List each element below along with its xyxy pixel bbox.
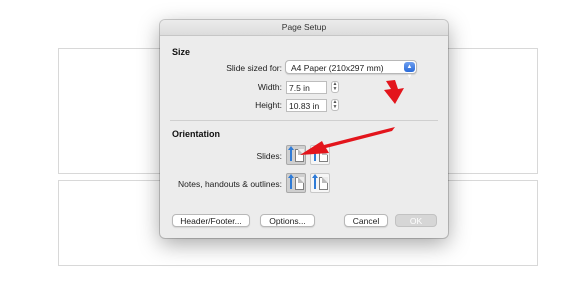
notes-portrait-button[interactable] (286, 173, 306, 193)
height-label: Height: (255, 100, 282, 110)
landscape-orientation-icon (312, 174, 318, 189)
landscape-orientation-icon (312, 146, 318, 161)
notes-orientation-label: Notes, handouts & outlines: (178, 179, 282, 189)
slides-orientation-label: Slides: (256, 151, 282, 161)
page-icon (319, 177, 328, 190)
page-setup-dialog: Page Setup Size Slide sized for: A4 Pape… (160, 20, 448, 238)
slide-sized-for-label: Slide sized for: (226, 63, 282, 73)
ok-button[interactable]: OK (395, 214, 437, 227)
width-field[interactable]: 7.5 in (286, 81, 327, 94)
slide-size-popup[interactable]: A4 Paper (210x297 mm) ▲ ▼ (285, 60, 417, 80)
section-divider (170, 120, 438, 121)
width-label: Width: (257, 82, 282, 92)
up-down-chevron-icon: ▲ ▼ (404, 62, 415, 80)
header-footer-button[interactable]: Header/Footer... (172, 214, 250, 227)
portrait-orientation-icon (288, 174, 294, 189)
slide-size-value: A4 Paper (210x297 mm) (291, 63, 384, 73)
width-stepper[interactable]: ▲ ▼ (331, 81, 339, 93)
height-field[interactable]: 10.83 in (286, 99, 327, 112)
height-stepper[interactable]: ▲ ▼ (331, 99, 339, 111)
slides-portrait-button[interactable] (286, 145, 306, 165)
size-heading: Size (172, 47, 191, 57)
page-icon (319, 149, 328, 162)
page-icon (295, 177, 304, 190)
slides-landscape-button[interactable] (310, 145, 330, 165)
cancel-button[interactable]: Cancel (344, 214, 388, 227)
portrait-orientation-icon (288, 146, 294, 161)
options-button[interactable]: Options... (260, 214, 315, 227)
notes-landscape-button[interactable] (310, 173, 330, 193)
dialog-title: Page Setup (160, 20, 448, 36)
page-icon (295, 149, 304, 162)
orientation-heading: Orientation (172, 129, 221, 139)
